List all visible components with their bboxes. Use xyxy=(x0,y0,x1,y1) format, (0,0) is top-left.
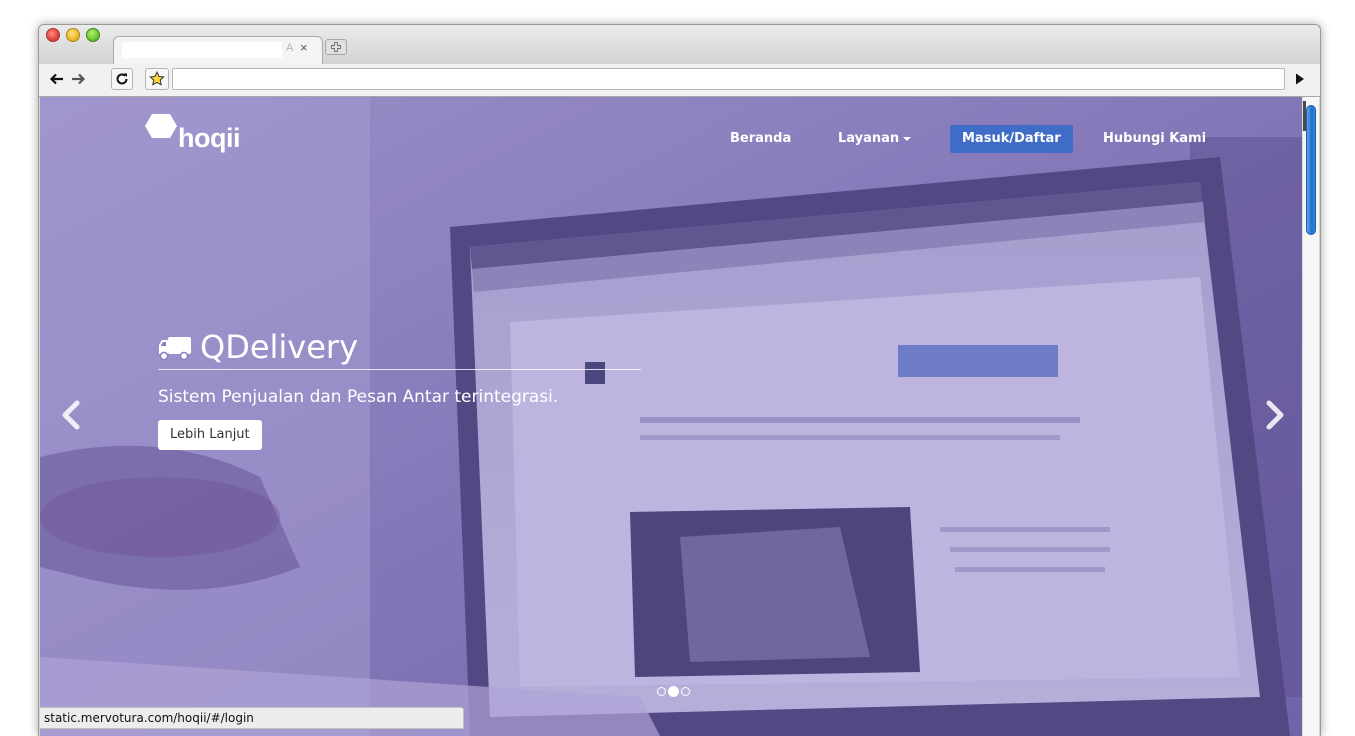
vertical-scrollbar[interactable] xyxy=(1302,97,1319,736)
browser-tab[interactable]: A × xyxy=(113,36,323,64)
nav-layanan-label: Layanan xyxy=(838,131,900,146)
carousel-next-icon[interactable] xyxy=(1262,400,1286,430)
hero-overlay xyxy=(40,97,1302,736)
carousel-prev-icon[interactable] xyxy=(60,400,84,430)
arrow-left-icon xyxy=(49,73,63,85)
page-viewport: hoqii Beranda Layanan Masuk/Daftar Hubun… xyxy=(40,97,1302,736)
learn-more-button[interactable]: Lebih Lanjut xyxy=(158,420,262,450)
browser-window: A × hoqii Beranda Layanan Masuk/Daftar H… xyxy=(38,24,1321,736)
star-icon xyxy=(149,71,165,86)
menu-button[interactable] xyxy=(1288,68,1312,90)
site-logo[interactable]: hoqii xyxy=(144,113,264,163)
back-button[interactable] xyxy=(46,68,68,90)
zoom-window-button[interactable] xyxy=(86,28,100,42)
nav-masuk-daftar[interactable]: Masuk/Daftar xyxy=(950,125,1073,153)
minimize-window-button[interactable] xyxy=(66,28,80,42)
site-logo-text: hoqii xyxy=(178,123,240,153)
arrow-right-icon xyxy=(72,73,86,85)
nav-layanan[interactable]: Layanan xyxy=(838,125,912,153)
hexagon-logo-icon xyxy=(145,114,177,138)
carousel-indicator-1[interactable] xyxy=(657,687,666,696)
browser-titlebar: A × xyxy=(39,25,1320,64)
menu-play-icon xyxy=(1296,73,1304,85)
caption-divider xyxy=(158,369,641,370)
scroll-thumb[interactable] xyxy=(1306,105,1316,235)
tab-title xyxy=(122,42,282,58)
browser-toolbar xyxy=(39,64,1320,97)
caret-down-icon xyxy=(903,136,912,141)
status-url-bar: static.mervotura.com/hoqii/#/login xyxy=(40,707,464,729)
bookmark-button[interactable] xyxy=(145,68,169,90)
plus-tab-icon xyxy=(331,42,341,52)
new-tab-button[interactable] xyxy=(325,39,347,55)
forward-button[interactable] xyxy=(67,68,89,90)
carousel-title-text: QDelivery xyxy=(200,328,359,366)
tab-title-fade: A xyxy=(286,42,294,54)
carousel-indicator-3[interactable] xyxy=(681,687,690,696)
carousel-indicator-2[interactable] xyxy=(668,686,679,697)
nav-hubungi-kami[interactable]: Hubungi Kami xyxy=(1103,125,1206,153)
address-bar[interactable] xyxy=(172,68,1285,90)
carousel-title: QDelivery xyxy=(158,327,358,367)
tab-close-icon[interactable]: × xyxy=(300,40,308,55)
reload-button[interactable] xyxy=(111,68,133,90)
carousel-subtitle: Sistem Penjualan dan Pesan Antar terinte… xyxy=(158,387,559,407)
truck-icon xyxy=(159,337,191,361)
reload-icon xyxy=(116,73,128,85)
nav-beranda[interactable]: Beranda xyxy=(730,125,791,153)
close-window-button[interactable] xyxy=(46,28,60,42)
